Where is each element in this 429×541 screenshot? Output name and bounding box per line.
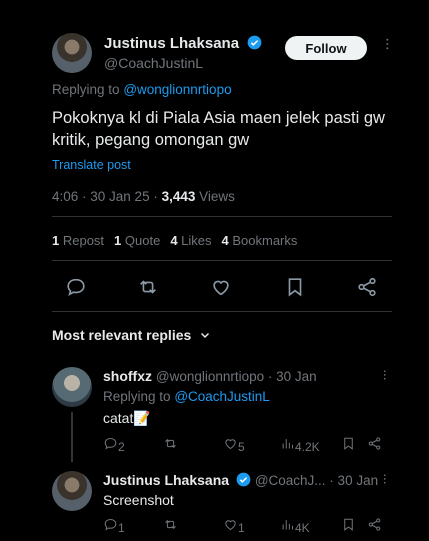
bookmarks-stat[interactable]: 4 Bookmarks	[222, 233, 298, 248]
post-stats: 1 Repost 1 Quote 4 Likes 4 Bookmarks	[52, 233, 297, 248]
author-handle: @CoachJustinL	[104, 55, 204, 71]
views-count[interactable]: 4K	[280, 517, 310, 537]
likes-stat[interactable]: 4 Likes	[170, 233, 211, 248]
like-count[interactable]: 5	[223, 436, 245, 456]
share-button[interactable]	[367, 436, 382, 456]
reply-icon	[104, 437, 117, 450]
reply-count[interactable]: 1	[103, 517, 125, 537]
views-count: 3,443	[161, 189, 196, 204]
repost-button[interactable]	[163, 517, 178, 537]
more-options-icon[interactable]: ···	[378, 369, 394, 380]
translate-post-link[interactable]: Translate post	[52, 158, 131, 172]
divider	[52, 216, 392, 217]
reply-avatar[interactable]	[52, 471, 92, 511]
thread-line	[71, 412, 73, 462]
share-icon[interactable]	[356, 276, 378, 298]
replying-to-line: Replying to @wonglionnrtiopo	[52, 82, 232, 97]
author-avatar[interactable]	[52, 33, 92, 73]
quotes-stat[interactable]: 1 Quote	[114, 233, 160, 248]
reply-action-bar: 2 5 4.2K	[103, 436, 388, 454]
reply-header: shoffxz @wonglionnrtiopo · 30 Jan	[103, 368, 317, 384]
reply-action-bar: 1 1 4K	[103, 517, 388, 535]
bookmark-button[interactable]	[341, 517, 356, 537]
like-icon	[225, 439, 236, 450]
like-icon[interactable]	[210, 276, 232, 298]
reply-header: Justinus Lhaksana @CoachJ... · 30 Jan	[103, 472, 379, 488]
repost-icon	[165, 439, 176, 448]
share-icon	[368, 437, 381, 450]
reply-replying-to: Replying to @CoachJustinL	[103, 389, 270, 404]
divider	[52, 260, 392, 261]
reply-icon	[104, 518, 117, 531]
views-icon	[282, 520, 293, 530]
post-action-bar	[52, 274, 392, 298]
repost-button[interactable]	[163, 436, 178, 456]
author-name[interactable]: Justinus Lhaksana	[104, 35, 262, 53]
bookmark-icon	[344, 518, 353, 531]
bookmark-button[interactable]	[341, 436, 356, 456]
replies-sort-dropdown[interactable]: Most relevant replies	[52, 327, 211, 343]
post-timestamp-views: 4:06 · 30 Jan 25 · 3,443 Views	[52, 189, 235, 204]
reply-count[interactable]: 2	[103, 436, 125, 456]
reply-text: Screenshot	[103, 492, 174, 508]
share-button[interactable]	[367, 517, 382, 537]
like-icon	[225, 520, 236, 531]
views-icon	[282, 439, 293, 449]
replying-to-link[interactable]: @wonglionnrtiopo	[123, 82, 231, 97]
chevron-down-icon	[201, 332, 210, 339]
reposts-stat[interactable]: 1 Repost	[52, 233, 104, 248]
more-options-icon[interactable]: ···	[378, 473, 394, 484]
bookmark-icon[interactable]	[284, 276, 306, 298]
bookmark-icon	[344, 437, 353, 450]
post-text: Pokoknya kl di Piala Asia maen jelek pas…	[52, 109, 385, 149]
like-count[interactable]: 1	[223, 517, 245, 537]
follow-button[interactable]: Follow	[285, 36, 367, 60]
divider	[52, 311, 392, 312]
share-icon	[368, 518, 381, 531]
verified-badge-icon	[247, 35, 261, 50]
reply-text: catat📝	[103, 410, 151, 426]
reply-icon[interactable]	[65, 276, 87, 298]
repost-icon	[165, 520, 176, 529]
reply-avatar[interactable]	[52, 367, 92, 407]
repost-icon[interactable]	[137, 276, 159, 298]
more-options-icon[interactable]: ···	[378, 37, 396, 50]
verified-badge-icon	[236, 472, 251, 487]
views-count[interactable]: 4.2K	[280, 436, 320, 456]
